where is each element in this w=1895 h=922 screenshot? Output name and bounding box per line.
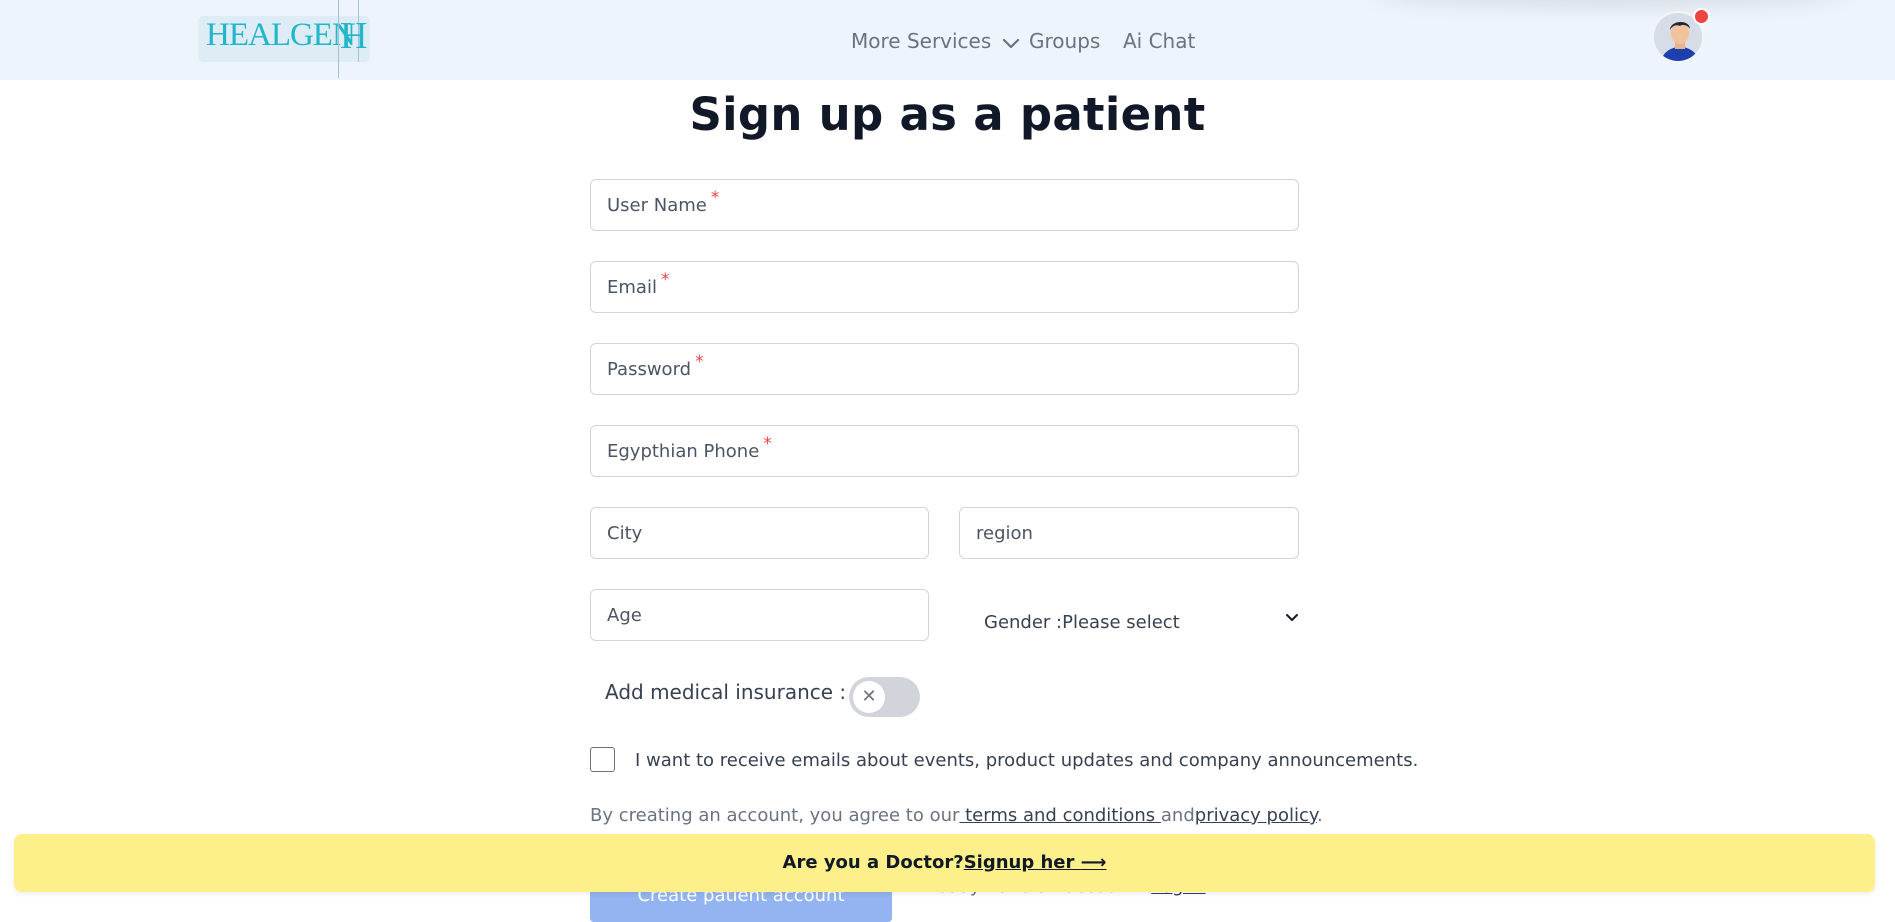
privacy-link[interactable]: privacy policy xyxy=(1195,805,1317,826)
insurance-toggle[interactable]: ✕ xyxy=(849,677,920,717)
banner-question: Are you a Doctor? xyxy=(782,852,964,873)
arrow-right-icon: ⟶ xyxy=(1080,852,1107,873)
nav-more-services[interactable]: More Services xyxy=(851,29,1020,53)
gender-select-value: Gender :Please select xyxy=(984,612,1180,633)
doctor-signup-link[interactable]: Signup her ⟶ xyxy=(964,852,1107,873)
nav-more-services-label: More Services xyxy=(851,29,992,53)
email-label: Email * xyxy=(607,270,670,298)
logo-text: HEALGEN xyxy=(206,17,356,53)
brand-logo[interactable]: HEALGEN H xyxy=(198,0,370,78)
notification-dot xyxy=(1693,8,1710,25)
required-mark: * xyxy=(710,188,720,208)
phone-field[interactable]: Egypthian Phone * xyxy=(590,425,1299,477)
city-field[interactable]: City xyxy=(590,507,929,559)
gender-select[interactable]: Gender :Please select xyxy=(984,604,1300,640)
emails-opt-in-label: I want to receive emails about events, p… xyxy=(635,750,1419,771)
username-field[interactable]: User Name * xyxy=(590,179,1299,231)
terms-text: By creating an account, you agree to our… xyxy=(590,805,1323,826)
terms-prefix: By creating an account, you agree to our xyxy=(590,805,960,826)
required-mark: * xyxy=(763,434,772,454)
navbar: HEALGEN H More Services Groups Ai Chat xyxy=(0,0,1895,80)
chevron-down-icon xyxy=(1286,614,1298,621)
logo-divider xyxy=(338,0,339,78)
username-label: User Name * xyxy=(607,188,720,216)
password-field[interactable]: Password * xyxy=(590,343,1299,395)
terms-suffix: . xyxy=(1316,805,1323,826)
nav-ai-chat[interactable]: Ai Chat xyxy=(1123,29,1195,53)
insurance-label: Add medical insurance : xyxy=(605,680,847,704)
age-label: Age xyxy=(607,605,642,626)
emails-opt-in-checkbox[interactable] xyxy=(590,747,615,772)
chevron-down-icon xyxy=(1003,38,1020,48)
phone-label: Egypthian Phone * xyxy=(607,434,772,462)
city-label: City xyxy=(607,523,643,544)
region-field[interactable]: region xyxy=(959,507,1299,559)
doctor-signup-banner: Are you a Doctor?Signup her ⟶ xyxy=(14,834,1875,892)
email-field[interactable]: Email * xyxy=(590,261,1299,313)
terms-and: and xyxy=(1160,805,1195,826)
password-label: Password * xyxy=(607,352,704,380)
logo-mark: H xyxy=(340,15,368,57)
page-title: Sign up as a patient xyxy=(689,88,1206,141)
required-mark: * xyxy=(695,352,704,372)
terms-link[interactable]: terms and conditions xyxy=(959,805,1160,826)
close-icon: ✕ xyxy=(853,681,885,713)
region-label: region xyxy=(976,523,1033,544)
required-mark: * xyxy=(660,270,670,290)
nav-groups[interactable]: Groups xyxy=(1029,29,1100,53)
age-field[interactable]: Age xyxy=(590,589,929,641)
